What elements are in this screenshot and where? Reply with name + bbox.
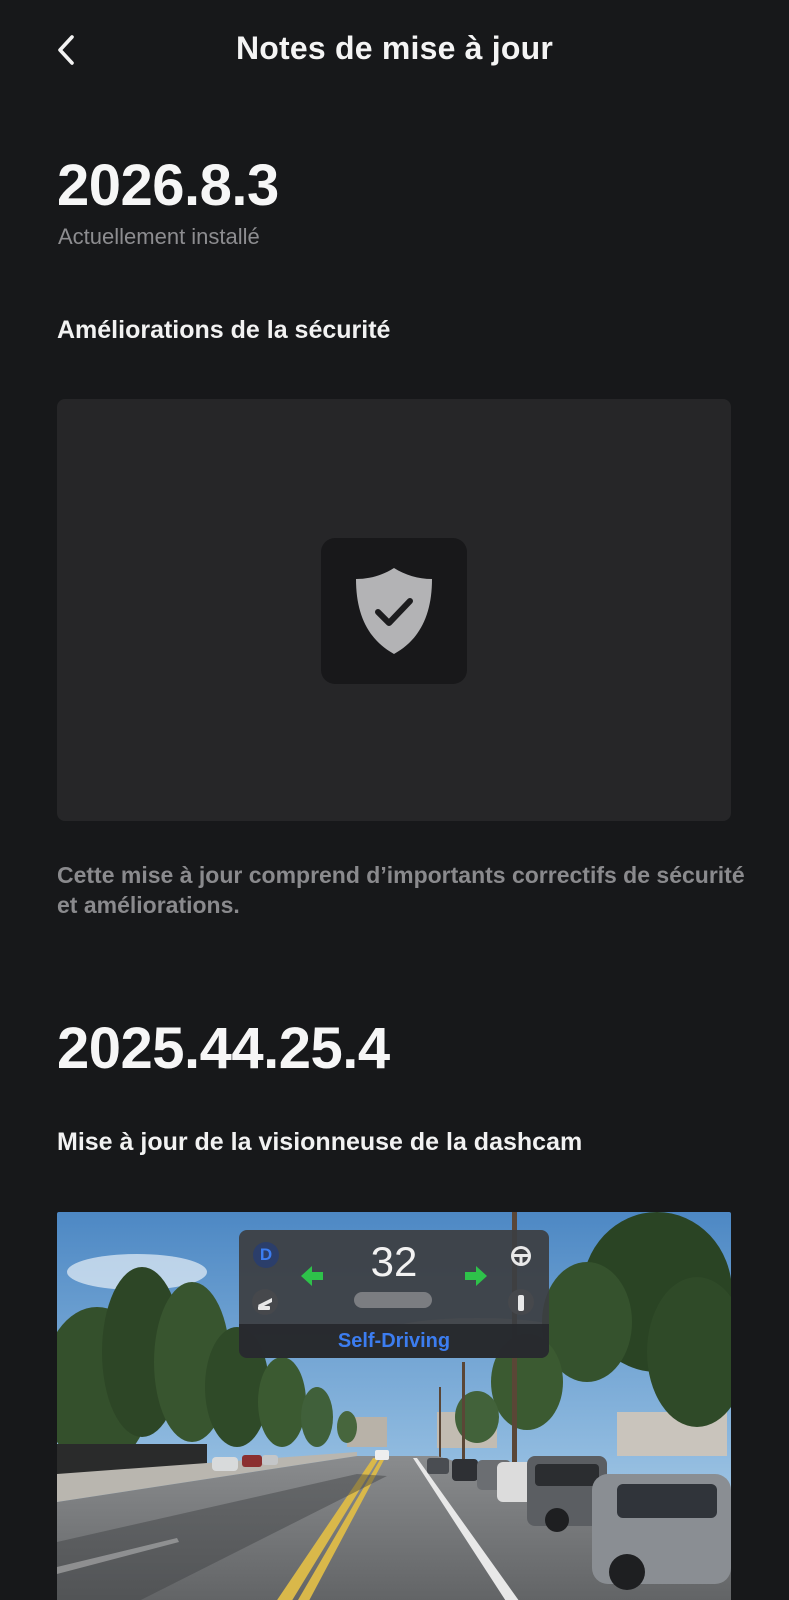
shield-check-icon [356,568,432,654]
top-bar: Notes de mise à jour [0,0,789,104]
brake-pedal-icon [252,1289,278,1315]
section-title-dashcam: Mise à jour de la visionneuse de la dash… [57,1128,583,1156]
accelerator-pedal-icon [508,1289,534,1315]
installed-status: Actuellement installé [58,224,260,249]
turn-right-arrow-icon [465,1266,487,1286]
turn-left-arrow-icon [301,1266,323,1286]
self-driving-label: Self-Driving [337,1329,451,1352]
release-version: 2026.8.3 [57,153,279,218]
release-version: 2025.44.25.4 [57,1016,390,1081]
autopilot-status-bar [354,1292,432,1308]
speed-readout: 32 [370,1238,418,1285]
hud-mode-strip: Self-Driving [239,1324,549,1358]
section-title-security: Améliorations de la sécurité [57,316,391,344]
steering-wheel-icon [511,1246,531,1266]
driving-hud-overlay: D 32 Self-Driving [239,1230,549,1358]
release-description: Cette mise à jour comprend d’importants … [57,862,745,918]
dashcam-preview-image: D 32 Self-Driving [57,1212,731,1600]
shield-tile [321,538,467,684]
security-illustration-card [57,399,731,821]
page-title: Notes de mise à jour [236,30,553,66]
release-notes-screen: Notes de mise à jour 2026.8.3 Actuelleme… [0,0,789,1600]
